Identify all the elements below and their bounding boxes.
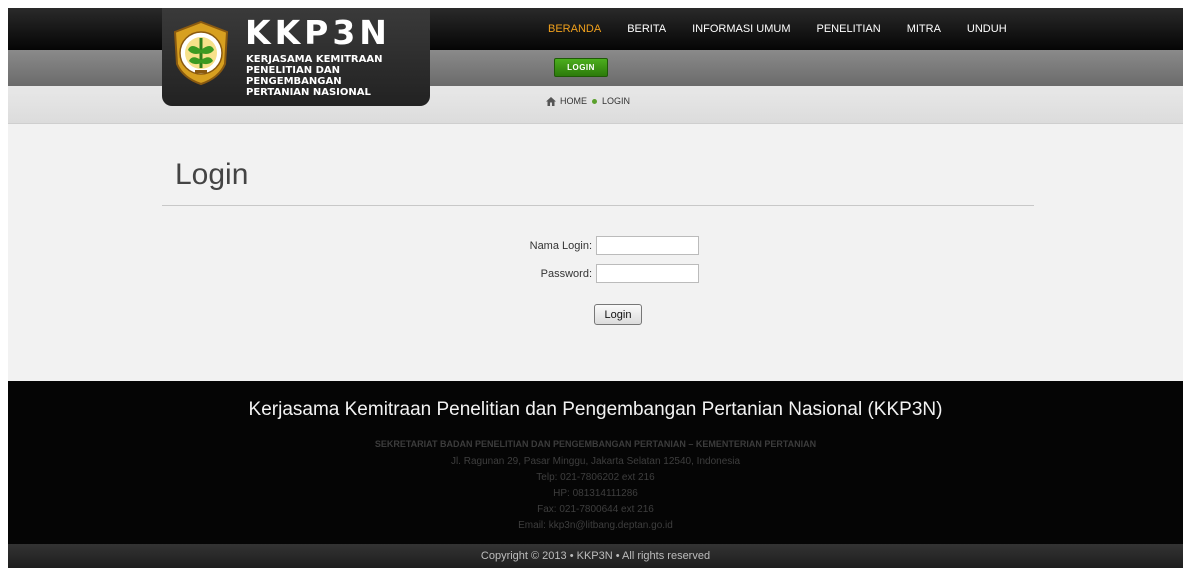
nav-item-penelitian[interactable]: PENELITIAN bbox=[817, 23, 881, 35]
home-icon[interactable] bbox=[546, 96, 556, 106]
password-input[interactable] bbox=[596, 264, 699, 283]
nav-item-mitra[interactable]: MITRA bbox=[907, 23, 941, 35]
footer-address: Jl. Ragunan 29, Pasar Minggu, Jakarta Se… bbox=[450, 456, 741, 467]
nav-item-beranda[interactable]: BERANDA bbox=[548, 23, 601, 35]
footer: Kerjasama Kemitraan Penelitian dan Penge… bbox=[8, 381, 1183, 544]
subnav-login-button[interactable]: LOGIN bbox=[554, 58, 608, 77]
breadcrumb-home-link[interactable]: HOME bbox=[560, 96, 587, 106]
brand-logo-panel[interactable]: KKP3N KERJASAMA KEMITRAAN PENELITIAN DAN… bbox=[162, 8, 430, 106]
copyright-bar: Copyright © 2013 • KKP3N • All rights re… bbox=[8, 544, 1183, 568]
ministry-emblem-icon bbox=[173, 20, 229, 86]
brand-subtitle-line: PERTANIAN NASIONAL bbox=[246, 87, 371, 98]
footer-phone: Telp: 021-7806202 ext 216 bbox=[536, 472, 655, 483]
username-label: Nama Login: bbox=[529, 239, 592, 252]
brand-title: KKP3N bbox=[245, 13, 391, 52]
nav-item-informasi-umum[interactable]: INFORMASI UMUM bbox=[692, 23, 790, 35]
brand-subtitle-line: KERJASAMA KEMITRAAN bbox=[246, 54, 383, 65]
main-nav: BERANDA BERITA INFORMASI UMUM PENELITIAN… bbox=[548, 8, 1033, 50]
password-label: Password: bbox=[540, 267, 592, 280]
username-input[interactable] bbox=[596, 236, 699, 255]
nav-item-unduh[interactable]: UNDUH bbox=[967, 23, 1007, 35]
footer-organization: SEKRETARIAT BADAN PENELITIAN DAN PENGEMB… bbox=[374, 439, 817, 449]
footer-email: Email: kkp3n@litbang.deptan.go.id bbox=[518, 520, 673, 531]
breadcrumb: HOME LOGIN bbox=[546, 96, 630, 106]
username-row: Nama Login: bbox=[512, 236, 699, 255]
footer-mobile: HP: 081314111286 bbox=[553, 488, 638, 499]
title-divider bbox=[162, 205, 1034, 206]
login-submit-button[interactable]: Login bbox=[594, 304, 642, 325]
page-title: Login bbox=[175, 158, 249, 191]
password-row: Password: bbox=[512, 264, 699, 283]
footer-fax: Fax: 021-7800644 ext 216 bbox=[537, 504, 654, 515]
breadcrumb-separator-icon bbox=[592, 98, 597, 104]
nav-item-berita[interactable]: BERITA bbox=[627, 23, 666, 35]
brand-subtitle: KERJASAMA KEMITRAAN PENELITIAN DAN PENGE… bbox=[246, 54, 436, 98]
brand-subtitle-line: PENELITIAN DAN PENGEMBANGAN bbox=[246, 65, 342, 87]
page-frame: KKP3N KERJASAMA KEMITRAAN PENELITIAN DAN… bbox=[8, 8, 1183, 568]
breadcrumb-current: LOGIN bbox=[602, 96, 631, 106]
footer-title: Kerjasama Kemitraan Penelitian dan Penge… bbox=[248, 399, 943, 420]
